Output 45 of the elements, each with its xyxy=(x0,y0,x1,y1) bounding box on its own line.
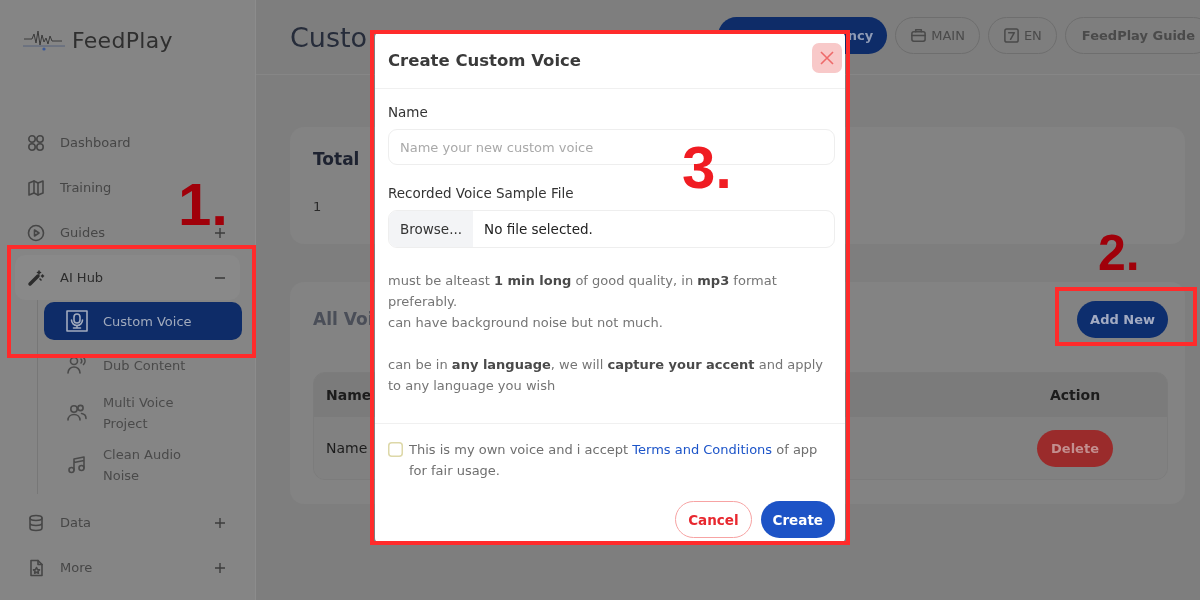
people-icon xyxy=(66,402,88,424)
document-icon xyxy=(27,558,45,577)
microphone-icon xyxy=(66,310,88,332)
sidebar-item[interactable]: Dashboard xyxy=(15,120,145,165)
sidebar-subitem[interactable]: Clean Audio Noise xyxy=(44,442,242,488)
app-logo-text: FeedPlay xyxy=(72,27,173,53)
consent-text: This is my own voice and i accept Terms and Conditions of app for fair usage. xyxy=(409,441,819,480)
sidebar-subitem[interactable]: Custom Voice xyxy=(44,302,242,340)
sidebar-item[interactable]: More xyxy=(15,545,240,590)
expand-icon[interactable] xyxy=(214,561,226,574)
expand-icon[interactable] xyxy=(214,226,226,239)
field-label: Recorded Voice Sample File xyxy=(388,185,575,201)
briefcase-icon xyxy=(910,26,928,44)
expand-icon[interactable] xyxy=(214,516,226,529)
cancel-button[interactable]: Cancel xyxy=(675,501,752,538)
sidebar-item[interactable]: Data xyxy=(15,500,240,545)
sidebar-subitem[interactable]: Multi Voice Project xyxy=(44,390,242,436)
music-note-icon xyxy=(66,454,88,476)
terms-link[interactable]: Terms and Conditions xyxy=(632,442,773,457)
add-new-button[interactable]: Add New xyxy=(1077,300,1168,338)
play-icon xyxy=(27,223,45,242)
file-status: No file selected. xyxy=(483,220,594,239)
close-button[interactable] xyxy=(812,42,842,73)
total-value: 1 xyxy=(313,199,323,214)
browse-button[interactable]: Browse... xyxy=(389,211,474,247)
field-label: Name xyxy=(388,104,429,120)
step-number-label: 1. xyxy=(178,183,229,227)
database-icon xyxy=(27,513,45,532)
close-icon xyxy=(819,49,835,66)
grid-icon xyxy=(27,133,45,152)
help-text: can have background noise but not much. xyxy=(388,314,664,332)
column-header: Action xyxy=(983,373,1167,417)
create-button[interactable]: Create xyxy=(760,501,835,538)
sidebar-subitem[interactable]: Dub Content xyxy=(44,346,242,384)
card-title: Total xyxy=(313,149,360,169)
checkbox[interactable] xyxy=(388,442,403,457)
delete-button[interactable]: Delete xyxy=(1037,429,1113,467)
page-title: Custo xyxy=(290,21,369,53)
help-text: must be alteast 1 min long of good quality, in mp3 format preferably. xyxy=(388,272,778,311)
sidebar-item[interactable]: Training xyxy=(15,165,126,210)
step-number-label: 2. xyxy=(1098,234,1140,272)
translate-icon xyxy=(1002,26,1020,44)
file-input[interactable]: Browse... No file selected. xyxy=(388,210,835,248)
dialog-title: Create Custom Voice xyxy=(388,51,582,70)
wand-icon xyxy=(27,268,45,287)
